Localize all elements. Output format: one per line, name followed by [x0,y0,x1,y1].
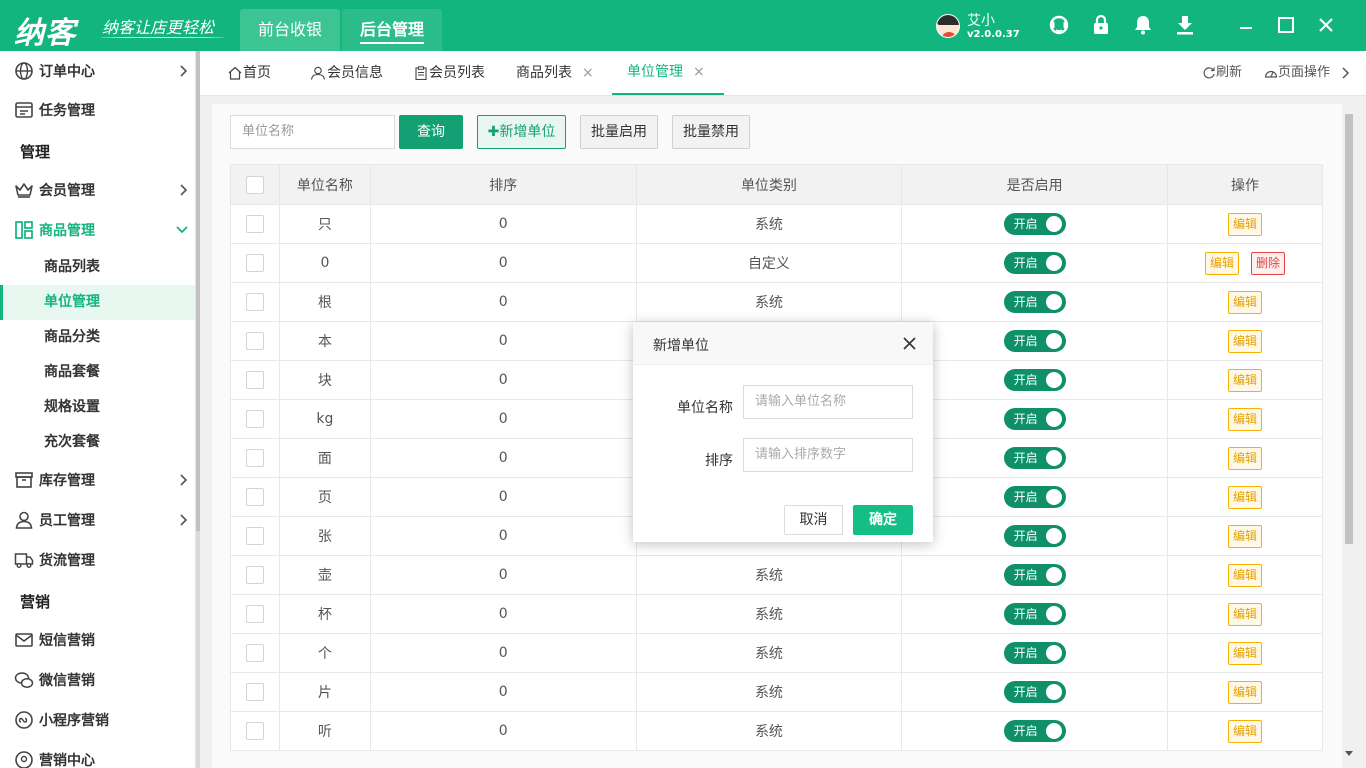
unit-name-label: 单位名称 [677,400,733,416]
sort-label: 排序 [705,453,733,469]
dialog-title: 新增单位 [653,338,709,354]
cancel-button[interactable]: 取消 [784,505,843,535]
dialog-header: 新增单位 [633,322,933,365]
close-icon[interactable] [902,336,917,351]
add-unit-dialog: 新增单位 单位名称 请输入单位名称 排序 请输入排序数字 取消 确定 [633,322,933,542]
modal-overlay: 新增单位 单位名称 请输入单位名称 排序 请输入排序数字 取消 确定 [0,0,1366,768]
sort-input[interactable]: 请输入排序数字 [743,438,913,472]
unit-name-input[interactable]: 请输入单位名称 [743,385,913,419]
confirm-button[interactable]: 确定 [853,505,913,535]
